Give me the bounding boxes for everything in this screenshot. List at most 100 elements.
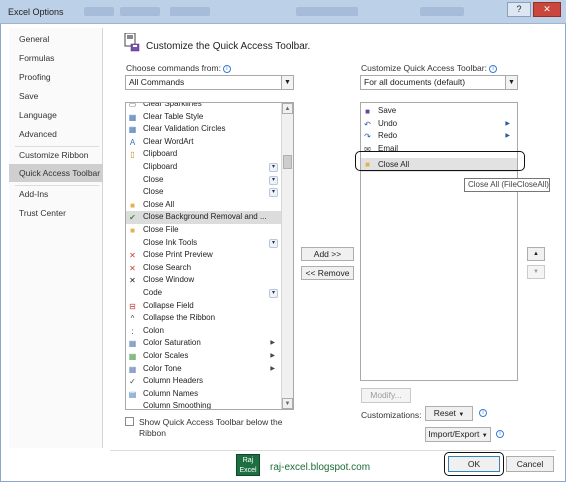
- collapse-field-icon: ⊟: [129, 301, 136, 311]
- command-list-item[interactable]: ✕ Close Print Preview: [126, 249, 282, 262]
- colon-icon: :: [131, 326, 134, 336]
- command-list-item[interactable]: Close Ink Tools ▾: [126, 237, 282, 250]
- page-title: Customize the Quick Access Toolbar.: [146, 41, 311, 52]
- command-label: Column Names: [143, 388, 199, 398]
- command-label: Clear WordArt: [143, 136, 194, 146]
- toolbar-item-label: Save: [378, 106, 397, 115]
- cancel-button[interactable]: Cancel: [506, 456, 554, 472]
- command-label: Collapse Field: [143, 300, 194, 310]
- command-list-item[interactable]: ▯ Clipboard: [126, 148, 282, 161]
- command-list-item[interactable]: Close ▾: [126, 186, 282, 199]
- undo-icon: ↶: [364, 119, 371, 129]
- command-list-item[interactable]: ⊟ Collapse Field: [126, 300, 282, 313]
- command-list-item[interactable]: Clipboard ▾: [126, 161, 282, 174]
- command-label: Collapse the Ribbon: [143, 313, 216, 323]
- submenu-arrow-icon: ▶: [270, 353, 275, 359]
- command-list-item[interactable]: ✓ Column Headers: [126, 375, 282, 388]
- customize-toolbar-label: Customize Quick Access Toolbar: i: [361, 63, 497, 73]
- sidebar-item-proofing[interactable]: Proofing: [9, 68, 103, 86]
- scroll-thumb[interactable]: [283, 155, 292, 169]
- title-bar: Excel Options ? ✕: [0, 0, 566, 24]
- command-list-item[interactable]: ■ Close File: [126, 224, 282, 237]
- folder-icon: ■: [130, 200, 135, 210]
- command-label: Close Ink Tools: [143, 237, 198, 247]
- color-tone-icon: ▦: [128, 364, 137, 374]
- command-list-item[interactable]: A Clear WordArt: [126, 136, 282, 149]
- window-title: Excel Options: [8, 7, 64, 17]
- logo-line2: Excel: [239, 467, 257, 474]
- show-below-ribbon-checkbox[interactable]: [125, 417, 134, 426]
- show-below-ribbon-label-line1: Show Quick Access Toolbar below the: [139, 417, 283, 427]
- command-label: Clear Table Style: [143, 111, 204, 121]
- command-label: Column Smoothing: [143, 401, 212, 410]
- modify-button[interactable]: Modify...: [361, 388, 411, 403]
- checkmark-icon: ✓: [129, 377, 136, 387]
- close-button[interactable]: ✕: [533, 2, 561, 17]
- choose-commands-label-text: Choose commands from:: [126, 63, 221, 73]
- toolbar-items-list[interactable]: ■ Save ↶ Undo ▶ ↷ Redo ▶ ✉ Email ■ Close All: [360, 102, 518, 381]
- info-icon: i: [496, 430, 504, 438]
- command-list-item[interactable]: ▦ Color Saturation ▶: [126, 337, 282, 350]
- command-list-item[interactable]: ▤ Column Names: [126, 388, 282, 401]
- command-list-item[interactable]: Column Smoothing: [126, 400, 282, 410]
- command-list-item[interactable]: ▭ Clear Sparklines: [126, 103, 282, 111]
- sidebar-item-quick-access-toolbar[interactable]: Quick Access Toolbar: [9, 164, 103, 182]
- command-list-item[interactable]: Close ▾: [126, 174, 282, 187]
- chevron-up-icon: ^: [130, 314, 135, 324]
- commands-scrollbar[interactable]: ▲ ▼: [281, 103, 293, 409]
- command-list-item[interactable]: ■ Close All: [126, 199, 282, 212]
- command-list-item[interactable]: ✕ Close Search: [126, 262, 282, 275]
- sidebar-item-add-ins[interactable]: Add-Ins: [9, 185, 103, 203]
- command-list-item[interactable]: : Colon: [126, 325, 282, 338]
- sidebar-item-general[interactable]: General: [9, 30, 103, 48]
- command-list-item[interactable]: ^ Collapse the Ribbon: [126, 312, 282, 325]
- import-export-button[interactable]: Import/Export ▼: [425, 427, 491, 442]
- chevron-down-icon: ▼: [481, 433, 488, 439]
- command-label: Close All: [143, 199, 175, 209]
- command-list-item[interactable]: ✕ Close Window: [126, 274, 282, 287]
- blurred-tab: [84, 7, 114, 16]
- command-list-item[interactable]: ▦ Color Tone ▶: [126, 363, 282, 376]
- command-label: Close Background Removal and ...: [143, 212, 267, 222]
- help-button[interactable]: ?: [507, 2, 531, 17]
- move-up-button[interactable]: ▲: [527, 247, 545, 261]
- command-list-item[interactable]: ▦ Clear Table Style: [126, 111, 282, 124]
- remove-button[interactable]: << Remove: [301, 266, 354, 280]
- toolbar-list-item[interactable]: ■ Save: [361, 105, 517, 118]
- sidebar-item-trust-center[interactable]: Trust Center: [9, 204, 103, 222]
- toolbar-list-item[interactable]: ↶ Undo ▶: [361, 118, 517, 131]
- blurred-tab: [420, 7, 464, 16]
- command-label: Code: [143, 288, 163, 297]
- chevron-down-icon: ▼: [458, 412, 465, 418]
- chevron-down-icon: ▼: [281, 76, 293, 89]
- clipboard-icon: ▯: [130, 150, 135, 160]
- add-button[interactable]: Add >>: [301, 247, 354, 261]
- command-list-item[interactable]: Code ▾: [126, 287, 282, 300]
- reset-button[interactable]: Reset ▼: [425, 406, 473, 421]
- command-list-item[interactable]: ▦ Color Scales ▶: [126, 350, 282, 363]
- sidebar-item-advanced[interactable]: Advanced: [9, 125, 103, 143]
- scroll-down-icon[interactable]: ▼: [282, 398, 293, 409]
- blurred-tab: [296, 7, 358, 16]
- split-dropdown-icon: ▾: [269, 188, 278, 198]
- choose-commands-label: Choose commands from: i: [126, 63, 231, 73]
- import-export-label: Import/Export: [428, 429, 480, 439]
- sidebar-item-formulas[interactable]: Formulas: [9, 49, 103, 67]
- customize-toolbar-dropdown[interactable]: For all documents (default) ▼: [360, 75, 518, 90]
- command-label: Color Tone: [143, 363, 182, 373]
- sidebar-item-language[interactable]: Language: [9, 106, 103, 124]
- toolbar-list-item[interactable]: ↷ Redo ▶: [361, 130, 517, 143]
- move-down-button[interactable]: ▼: [527, 265, 545, 279]
- folder-icon: ■: [130, 226, 135, 235]
- info-icon: i: [479, 409, 487, 417]
- watermark-text: raj-excel.blogspot.com: [270, 462, 371, 473]
- command-list-item[interactable]: ✔ Close Background Removal and ...: [126, 211, 282, 224]
- sidebar-item-save[interactable]: Save: [9, 87, 103, 105]
- scroll-up-icon[interactable]: ▲: [282, 103, 293, 114]
- sidebar-item-customize-ribbon[interactable]: Customize Ribbon: [9, 146, 103, 164]
- raj-excel-logo: Raj Excel: [236, 454, 260, 476]
- commands-list[interactable]: ▭ Clear Sparklines ▦ Clear Table Style ▦ Clea…: [125, 102, 294, 410]
- choose-commands-dropdown[interactable]: All Commands ▼: [125, 75, 294, 90]
- table-icon: ▤: [128, 389, 137, 399]
- command-list-item[interactable]: ▦ Clear Validation Circles: [126, 123, 282, 136]
